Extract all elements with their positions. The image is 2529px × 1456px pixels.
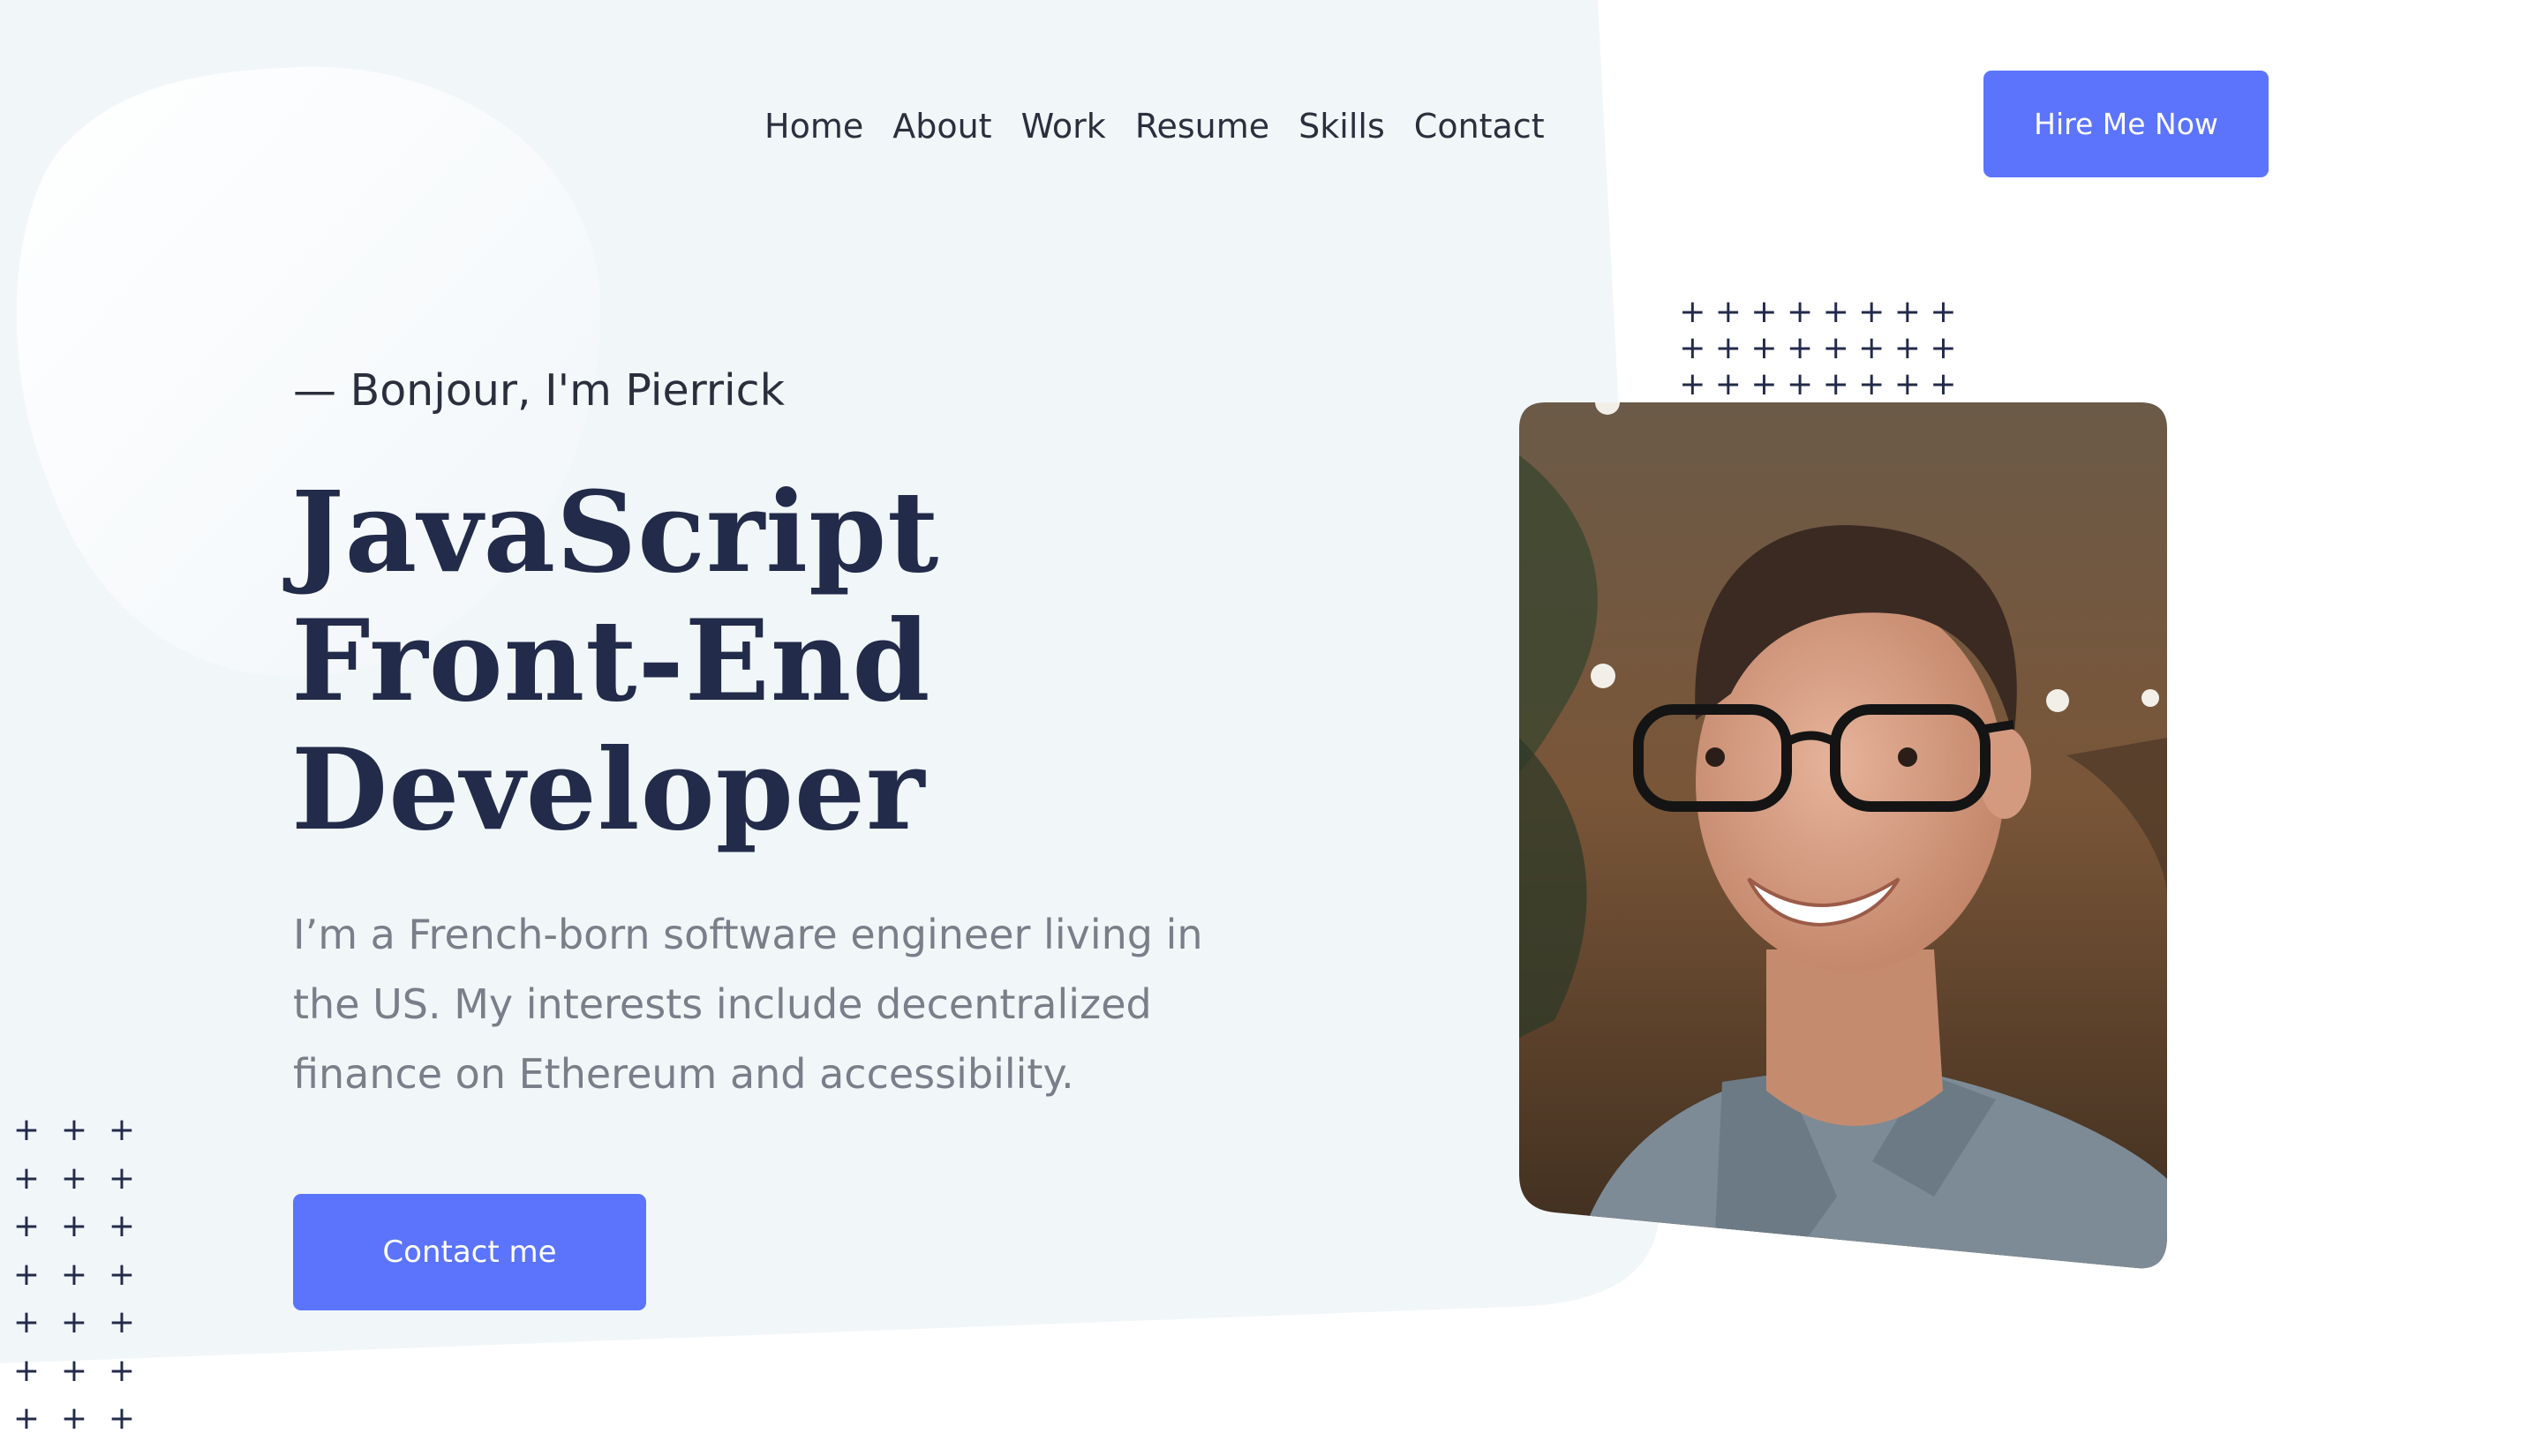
profile-photo — [1519, 402, 2167, 1269]
hero-headline: JavaScript Front-End Developer — [291, 468, 939, 854]
main-nav: Home About Work Resume Skills Contact — [764, 104, 1545, 148]
hero-bio: I’m a French-born software engineer livi… — [293, 911, 1203, 1098]
nav-resume[interactable]: Resume — [1135, 104, 1269, 148]
headline-line: Front-End — [291, 596, 931, 726]
plus-pattern-icon: + + + + + + + + + + + + + + + + + + + + + + + + — [1679, 294, 1957, 402]
page: Home About Work Resume Skills Contact Hi… — [0, 0, 2529, 1456]
nav-about[interactable]: About — [892, 104, 991, 148]
headline-line: Developer — [291, 724, 926, 855]
nav-skills[interactable]: Skills — [1298, 104, 1385, 148]
greeting: — Bonjour, I'm Pierrick — [293, 365, 785, 416]
nav-contact[interactable]: Contact — [1414, 104, 1545, 148]
contact-me-button[interactable]: Contact me — [293, 1194, 646, 1310]
nav-work[interactable]: Work — [1021, 104, 1106, 148]
plus-pattern-icon: +++ +++ +++ +++ +++ +++ +++ +++ — [12, 1112, 136, 1456]
hire-me-button[interactable]: Hire Me Now — [1983, 71, 2269, 177]
nav-home[interactable]: Home — [764, 104, 863, 148]
headline-line: JavaScript — [291, 467, 940, 597]
